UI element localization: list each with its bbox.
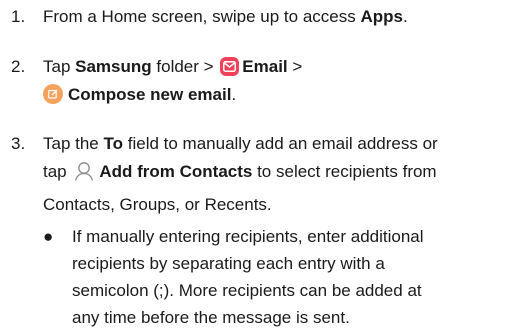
instructions-document: 1. From a Home screen, swipe up to acces… <box>0 0 531 334</box>
step-number: 3. <box>11 134 26 153</box>
samsung-term: Samsung <box>75 57 152 76</box>
add-from-contacts-term: Add from Contacts <box>99 162 253 181</box>
email-app-icon <box>220 57 240 76</box>
compose-new-email-term: Compose new email <box>68 85 232 104</box>
to-field-term: To <box>103 134 124 153</box>
step-text: From a Home screen, swipe up to access A… <box>43 7 408 26</box>
step-number: 1. <box>11 7 26 26</box>
bullet-text: If manually entering recipients, enter a… <box>72 227 424 327</box>
apps-term: Apps <box>360 7 403 26</box>
person-outline-icon <box>73 160 95 191</box>
step-text: Tap the To field to manually add an emai… <box>43 134 438 214</box>
compose-icon <box>43 84 63 104</box>
step-number: 2. <box>11 57 26 76</box>
step-text: Tap Samsung folder > Email > Compose new… <box>43 57 303 104</box>
bullet-point-icon: ● <box>43 227 54 246</box>
email-term: Email <box>242 57 288 76</box>
